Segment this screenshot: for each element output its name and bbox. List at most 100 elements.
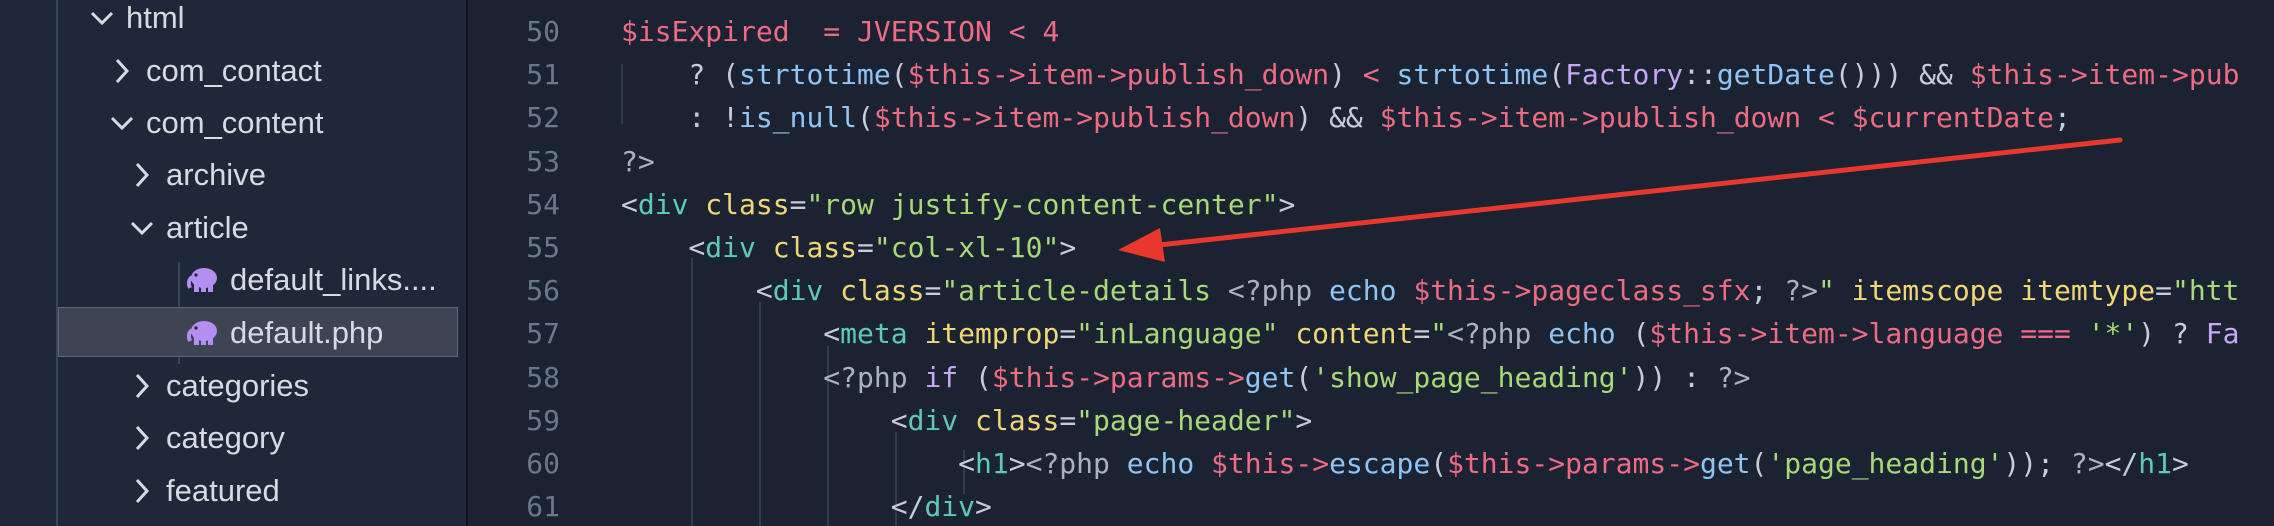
code-token: '*' xyxy=(2087,317,2139,351)
code-token: "htt xyxy=(2171,274,2240,308)
code-line[interactable]: 55 <div class="col-xl-10"> xyxy=(468,226,2274,269)
code-token: = xyxy=(857,231,874,264)
tree-file-item[interactable]: default.php xyxy=(0,307,466,359)
tree-item-label: html xyxy=(126,0,185,35)
code-line[interactable]: 60 <h1><?php echo $this->escape($this->p… xyxy=(468,442,2274,485)
code-token: = xyxy=(2155,274,2172,308)
code-text: <div class="col-xl-10"> xyxy=(621,231,1076,264)
code-token: JVERSION xyxy=(857,15,992,48)
code-line[interactable]: 58 <?php if ($this->params->get('show_pa… xyxy=(468,356,2274,399)
code-line[interactable]: 57 <meta itemprop="inLanguage" content="… xyxy=(468,312,2274,355)
chevron-down-icon[interactable] xyxy=(108,107,136,139)
chevron-right-icon[interactable] xyxy=(128,370,156,402)
code-token: ?> xyxy=(2070,447,2105,480)
code-line[interactable]: 53 ?> xyxy=(468,140,2274,183)
code-line[interactable]: 56 <div class="article-details <?php ech… xyxy=(468,269,2274,312)
code-token: " xyxy=(1430,317,1448,351)
code-line[interactable]: 52 : !is_null($this->item->publish_down)… xyxy=(468,96,2274,139)
line-number: 60 xyxy=(526,447,560,480)
file-explorer: html com_contact com_contentarchive article… xyxy=(0,0,466,526)
chevron-down-icon[interactable] xyxy=(88,2,116,34)
code-line[interactable]: 61 </div> xyxy=(468,485,2274,526)
code-token: publish_down xyxy=(1598,101,1802,135)
code-text: <h1><?php echo $this->escape($this->para… xyxy=(621,447,2189,480)
tree-folder-item[interactable]: featured xyxy=(0,465,466,517)
code-token: meta xyxy=(840,317,908,351)
code-token: )) : xyxy=(1632,360,1717,394)
code-line[interactable]: 51 ? (strtotime($this->item->publish_dow… xyxy=(468,53,2274,96)
code-token: item xyxy=(1767,317,1835,351)
code-token: pub xyxy=(2188,58,2240,92)
code-token: ( xyxy=(1548,58,1566,92)
code-token: itemprop xyxy=(924,317,1060,351)
code-text: : !is_null($this->item->publish_down) &&… xyxy=(621,101,2070,135)
line-number: 59 xyxy=(526,403,560,437)
code-token: item xyxy=(2087,58,2156,92)
chevron-right-icon[interactable] xyxy=(128,159,156,191)
code-text: <div class="row justify-content-center"> xyxy=(621,188,1295,221)
code-token: = xyxy=(1059,317,1077,351)
code-token: ())) && xyxy=(1834,58,1970,92)
code-token: > xyxy=(975,490,992,524)
chevron-right-icon[interactable] xyxy=(128,422,156,454)
code-line[interactable]: 59 <div class="page-header"> xyxy=(468,399,2274,442)
code-token: < xyxy=(621,274,773,308)
code-text: <?php if ($this->params->get('show_page_… xyxy=(621,360,1750,394)
code-token: > xyxy=(1059,231,1077,264)
tree-folder-item[interactable]: com_contact xyxy=(0,45,466,97)
code-text: ? (strtotime($this->item->publish_down) … xyxy=(621,58,2239,91)
code-token: echo xyxy=(1329,274,1397,308)
code-text: </div> xyxy=(621,490,992,523)
code-line[interactable]: 54 <div class="row justify-content-center… xyxy=(468,183,2274,226)
code-token: ( xyxy=(1750,447,1768,480)
code-token: params xyxy=(1565,447,1667,480)
code-editor[interactable]: 50 $isExpired = JVERSION < 4 51 ? (strtoti… xyxy=(468,0,2274,526)
code-token: 'page_heading' xyxy=(1767,447,2004,480)
code-token: ( xyxy=(857,101,874,135)
code-token: h1 xyxy=(2138,447,2173,480)
code-line[interactable]: 50 $isExpired = JVERSION < 4 xyxy=(468,10,2274,53)
tree-folder-item[interactable]: article xyxy=(0,202,466,254)
code-token: ?> xyxy=(1784,274,1818,308)
code-token: escape xyxy=(1329,447,1431,480)
code-token: < xyxy=(1362,58,1380,92)
tree-folder-item[interactable]: categories xyxy=(0,360,466,412)
code-token: Factory xyxy=(1565,58,1684,92)
code-token: get xyxy=(1699,447,1751,480)
chevron-down-icon[interactable] xyxy=(128,212,156,244)
code-token: get xyxy=(1244,360,1296,394)
code-token: $this xyxy=(1969,58,2054,92)
chevron-right-icon[interactable] xyxy=(108,55,136,87)
code-token: = xyxy=(1059,403,1077,437)
code-token: -> xyxy=(2053,58,2088,92)
code-token: ; xyxy=(1750,274,1785,308)
code-token: itemtype xyxy=(2020,274,2156,308)
line-number: 57 xyxy=(526,317,560,351)
code-token: -> xyxy=(1463,101,1498,135)
tree-file-item[interactable]: default_links.... xyxy=(0,254,466,306)
code-token: < xyxy=(1817,101,1835,135)
line-number: 61 xyxy=(526,490,560,524)
tree-folder-item[interactable]: category xyxy=(0,412,466,464)
code-token: <?php xyxy=(1025,447,1127,480)
code-token: </ xyxy=(621,490,925,524)
tree-item-label: featured xyxy=(166,473,280,508)
code-token: -> xyxy=(1666,447,1700,480)
code-token: ( xyxy=(1295,360,1313,394)
line-number: 54 xyxy=(526,187,560,221)
code-text: ?> xyxy=(621,145,655,178)
tree-folder-item[interactable]: archive xyxy=(0,149,466,201)
tree-folder-item[interactable]: html xyxy=(0,0,466,44)
chevron-right-icon[interactable] xyxy=(128,475,156,507)
code-token: $this xyxy=(1413,274,1498,308)
code-token: if xyxy=(924,360,959,394)
tree-folder-item[interactable]: com_content xyxy=(0,97,466,149)
code-token: -> xyxy=(1531,447,1566,480)
tree-item-label: archive xyxy=(166,157,266,192)
